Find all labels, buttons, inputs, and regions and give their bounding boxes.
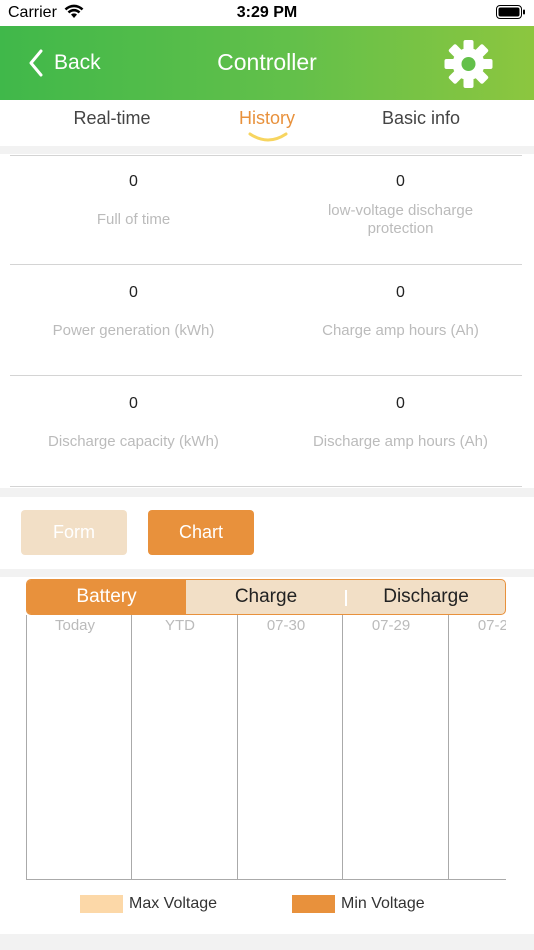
chart-column: 07-28 — [448, 615, 506, 879]
stat-discharge-capacity: 0 Discharge capacity (kWh) — [0, 395, 267, 451]
stat-label: low-voltage discharge protection — [327, 202, 474, 237]
stat-charge-amp-hours: 0 Charge amp hours (Ah) — [267, 284, 534, 340]
stat-full-of-time: 0 Full of time — [0, 173, 267, 229]
active-tab-indicator — [248, 132, 288, 142]
stat-label: Discharge capacity (kWh) — [48, 433, 219, 450]
clock: 3:29 PM — [236, 4, 298, 21]
stats-row: 0 Power generation (kWh) 0 Charge amp ho… — [0, 265, 534, 375]
legend-swatch — [80, 895, 123, 913]
chart-column: Today — [26, 615, 132, 879]
stat-value: 0 — [396, 395, 405, 412]
stat-label: Full of time — [96, 211, 171, 228]
status-bar: Carrier 3:29 PM — [0, 0, 534, 26]
chart-column: YTD — [131, 615, 237, 879]
stat-value: 0 — [129, 173, 138, 190]
stat-value: 0 — [129, 395, 138, 412]
stat-label: Power generation (kWh) — [52, 322, 215, 339]
stat-label: Discharge amp hours (Ah) — [312, 433, 489, 450]
settings-button[interactable] — [441, 39, 496, 89]
stats-row: 0 Discharge capacity (kWh) 0 Discharge a… — [0, 376, 534, 486]
column-label: 07-28 — [477, 617, 506, 634]
stats-row: 0 Full of time 0 low-voltage discharge p… — [0, 155, 534, 265]
nav-bar: Back Controller — [0, 26, 534, 100]
battery-icon — [496, 5, 526, 25]
legend-label: Max Voltage — [129, 895, 218, 912]
column-label: 07-30 — [266, 617, 306, 634]
legend-swatch — [292, 895, 335, 913]
stat-low-voltage-protection: 0 low-voltage discharge protection — [267, 173, 534, 238]
stat-value: 0 — [396, 284, 405, 301]
column-label: 07-29 — [371, 617, 411, 634]
column-label: YTD — [165, 617, 195, 634]
stat-value: 0 — [396, 173, 405, 190]
stat-label: Charge amp hours (Ah) — [322, 322, 479, 339]
segment-charge[interactable]: Charge — [186, 580, 346, 614]
segment-discharge[interactable]: Discharge — [346, 580, 505, 614]
chart-column: 07-30 — [237, 615, 343, 879]
stat-discharge-amp-hours: 0 Discharge amp hours (Ah) — [267, 395, 534, 451]
column-label: Today — [54, 617, 96, 634]
legend-max-voltage: Max Voltage — [80, 895, 217, 913]
stat-power-generation: 0 Power generation (kWh) — [0, 284, 267, 340]
divider — [10, 486, 522, 487]
gear-icon — [444, 40, 493, 88]
legend-min-voltage: Min Voltage — [292, 895, 425, 913]
chart-column: 07-29 — [342, 615, 448, 879]
chart-button[interactable]: Chart — [148, 510, 254, 555]
tab-bar: Real-time History Basic info — [0, 100, 534, 146]
chart-panel: Battery Charge Discharge Today YTD 07-30… — [0, 577, 534, 934]
chart-segmented-control: Battery Charge Discharge — [26, 579, 506, 615]
form-button[interactable]: Form — [21, 510, 127, 555]
segment-battery[interactable]: Battery — [27, 580, 186, 614]
history-stats: 0 Full of time 0 low-voltage discharge p… — [0, 154, 534, 488]
stat-value: 0 — [129, 284, 138, 301]
tab-real-time[interactable]: Real-time — [42, 108, 182, 129]
tab-basic-info[interactable]: Basic info — [351, 108, 491, 129]
legend-label: Min Voltage — [341, 895, 425, 912]
chart-plot[interactable]: Today YTD 07-30 07-29 07-28 — [26, 615, 506, 880]
view-toggle: Form Chart — [0, 497, 534, 569]
tab-history[interactable]: History — [197, 108, 337, 129]
